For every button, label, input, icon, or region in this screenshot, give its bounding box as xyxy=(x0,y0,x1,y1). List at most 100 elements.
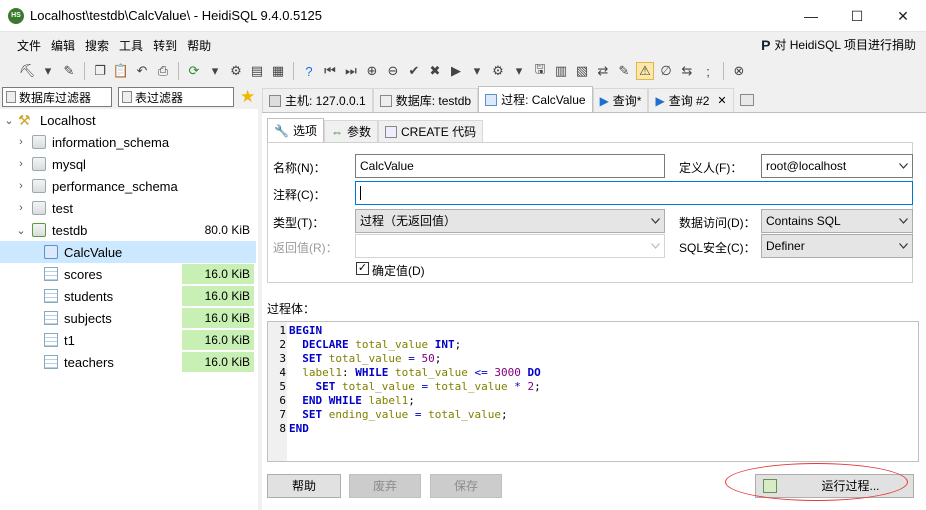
procedure-body-editor[interactable]: 1 BEGIN 2 DECLARE total_value INT; 3 SET to… xyxy=(267,321,919,462)
connect-icon[interactable]: ▾ xyxy=(39,62,57,80)
tree-label: teachers xyxy=(64,354,114,370)
refresh-icon[interactable]: ⟳ xyxy=(185,62,203,80)
tree-node-students[interactable]: students 16.0 KiB xyxy=(0,285,256,307)
tree-node-performance-schema[interactable]: › performance_schema xyxy=(0,175,256,197)
maintenance-icon[interactable]: ▤ xyxy=(248,62,266,80)
tab-query[interactable]: ▶ 查询* xyxy=(592,88,649,112)
donate-link[interactable]: P 对 HeidiSQL 项目进行捐助 xyxy=(761,36,916,53)
data-access-select[interactable]: Contains SQL xyxy=(761,209,913,233)
load-sql-icon[interactable]: ▥ xyxy=(552,62,570,80)
user-manager-icon[interactable]: ⚙ xyxy=(227,62,245,80)
tree-node-t1[interactable]: t1 16.0 KiB xyxy=(0,329,256,351)
menu-goto[interactable]: 转到 xyxy=(148,37,182,54)
cancel-icon[interactable]: ✖ xyxy=(426,62,444,80)
help-icon[interactable]: ? xyxy=(300,62,318,80)
execute-dropdown-icon[interactable]: ▾ xyxy=(468,62,486,80)
menu-edit[interactable]: 编辑 xyxy=(46,37,80,54)
chevron-right-icon[interactable]: › xyxy=(16,180,26,192)
menu-tools[interactable]: 工具 xyxy=(114,37,148,54)
menu-file[interactable]: 文件 xyxy=(12,37,46,54)
query-log-icon[interactable]: ▧ xyxy=(573,62,591,80)
chevron-right-icon[interactable]: › xyxy=(16,202,26,214)
database-filter-input[interactable]: 数据库过滤器 xyxy=(2,87,112,107)
options-panel: 名称(N)： CalcValue 定义人(F)： root@localhost … xyxy=(267,142,913,283)
panel-splitter[interactable] xyxy=(259,86,261,510)
tab-procedure[interactable]: 过程: CalcValue xyxy=(478,86,593,112)
tab-parameters[interactable]: ⇔ 参数 xyxy=(323,120,378,142)
last-record-icon[interactable]: ⏭ xyxy=(342,62,360,80)
semicolon-icon[interactable]: ; xyxy=(699,62,717,80)
type-select[interactable]: 过程（无返回值） xyxy=(355,209,665,233)
tree-node-information-schema[interactable]: › information_schema xyxy=(0,131,256,153)
delete-record-icon[interactable]: ⊖ xyxy=(384,62,402,80)
window-controls: — ☐ ✕ xyxy=(788,0,926,32)
explain-dropdown-icon[interactable]: ▾ xyxy=(510,62,528,80)
minimize-button[interactable]: — xyxy=(788,0,834,32)
favorites-star-icon[interactable]: ★ xyxy=(240,87,255,107)
wrap-icon[interactable]: ✎ xyxy=(615,62,633,80)
undo-icon[interactable]: ↶ xyxy=(133,62,151,80)
save-button[interactable]: 保存 xyxy=(430,474,502,498)
returns-select[interactable] xyxy=(355,234,665,258)
menu-search[interactable]: 搜索 xyxy=(80,37,114,54)
tab-query-2[interactable]: ▶ 查询 #2 ✕ xyxy=(648,88,734,112)
table-filter-input[interactable]: 表过滤器 xyxy=(118,87,234,107)
deterministic-checkbox[interactable]: ✓ xyxy=(356,262,369,275)
tree-node-teachers[interactable]: teachers 16.0 KiB xyxy=(0,351,256,373)
print-icon[interactable]: ⎙ xyxy=(154,62,172,80)
null-icon[interactable]: ∅ xyxy=(657,62,675,80)
chevron-down-icon[interactable]: ⌄ xyxy=(16,224,26,237)
tree-node-subjects[interactable]: subjects 16.0 KiB xyxy=(0,307,256,329)
chevron-right-icon[interactable]: › xyxy=(16,158,26,170)
format-sql-icon[interactable]: ⇄ xyxy=(594,62,612,80)
tab-label: 过程: CalcValue xyxy=(501,93,586,107)
tree-node-localhost[interactable]: ⌄ ⚒ Localhost xyxy=(0,109,256,131)
table-icon xyxy=(44,355,58,369)
run-procedure-button[interactable]: 运行过程... xyxy=(755,474,914,498)
tree-node-test[interactable]: › test xyxy=(0,197,256,219)
post-icon[interactable]: ✔ xyxy=(405,62,423,80)
database-icon xyxy=(379,94,392,107)
refresh-dropdown-icon[interactable]: ▾ xyxy=(206,62,224,80)
tab-database[interactable]: 数据库: testdb xyxy=(372,88,479,112)
help-button[interactable]: 帮助 xyxy=(267,474,341,498)
maximize-button[interactable]: ☐ xyxy=(834,0,880,32)
definer-select[interactable]: root@localhost xyxy=(761,154,913,178)
tree-node-mysql[interactable]: › mysql xyxy=(0,153,256,175)
disconnect-icon[interactable]: ✎ xyxy=(60,62,78,80)
code-token: ; xyxy=(534,380,541,393)
tab-host[interactable]: 主机: 127.0.0.1 xyxy=(262,88,373,112)
export-icon[interactable]: ▦ xyxy=(269,62,287,80)
execute-query-icon[interactable]: ▶ xyxy=(447,62,465,80)
chevron-right-icon[interactable]: › xyxy=(16,136,26,148)
sql-security-select[interactable]: Definer xyxy=(761,234,913,258)
tree-node-scores[interactable]: scores 16.0 KiB xyxy=(0,263,256,285)
menu-help[interactable]: 帮助 xyxy=(182,37,216,54)
close-window-button[interactable]: ✕ xyxy=(880,0,926,32)
paste-icon[interactable]: 📋 xyxy=(112,62,130,80)
tab-create-code[interactable]: CREATE 代码 xyxy=(377,120,484,142)
close-tab-icon[interactable]: ✕ xyxy=(717,94,726,107)
code-token: SET xyxy=(302,408,323,421)
name-input[interactable]: CalcValue xyxy=(355,154,665,178)
code-token: total_value xyxy=(328,352,402,365)
tree-node-calcvalue[interactable]: CalcValue xyxy=(0,241,256,263)
find-replace-icon[interactable]: ⇆ xyxy=(678,62,696,80)
stop-icon[interactable]: ⊗ xyxy=(730,62,748,80)
chevron-down-icon[interactable]: ⌄ xyxy=(4,114,14,127)
tree-node-testdb[interactable]: ⌄ testdb 80.0 KiB xyxy=(0,219,256,241)
line-number: 5 xyxy=(279,380,286,393)
tab-options[interactable]: 🔧 选项 xyxy=(267,118,324,142)
new-query-tab-button[interactable] xyxy=(734,88,760,112)
explain-icon[interactable]: ⚙ xyxy=(489,62,507,80)
copy-icon[interactable]: ❐ xyxy=(91,62,109,80)
warning-toggle-icon[interactable]: ⚠ xyxy=(636,62,654,80)
discard-button[interactable]: 废弃 xyxy=(349,474,421,498)
procedure-icon xyxy=(44,245,58,259)
session-manager-icon[interactable]: ⛏ xyxy=(18,62,36,80)
comment-input[interactable] xyxy=(355,181,913,205)
insert-record-icon[interactable]: ⊕ xyxy=(363,62,381,80)
first-record-icon[interactable]: ⏮ xyxy=(321,62,339,80)
save-sql-icon[interactable]: 🖫 xyxy=(531,61,549,80)
